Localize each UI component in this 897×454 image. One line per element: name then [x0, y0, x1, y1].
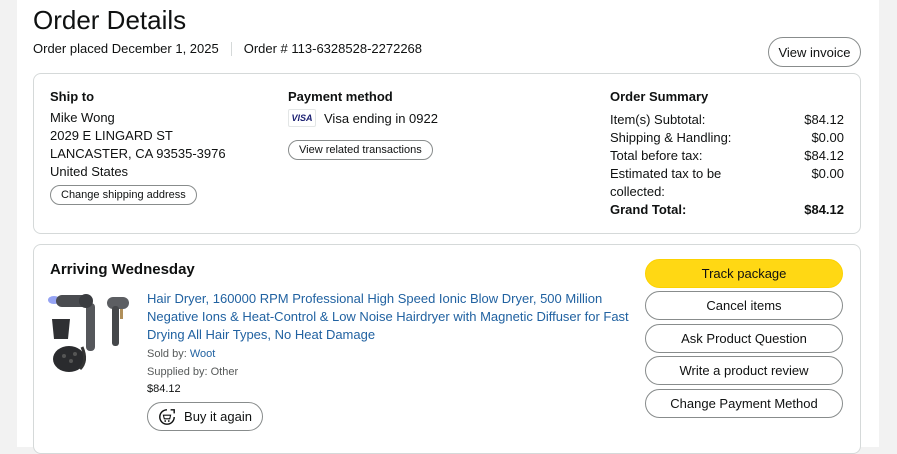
summary-value: $84.12 — [804, 112, 844, 127]
summary-label: Shipping & Handling: — [610, 130, 732, 145]
address-line: 2029 E LINGARD ST — [50, 128, 173, 143]
order-details-page: Order Details Order placed December 1, 2… — [17, 0, 879, 454]
view-invoice-button[interactable]: View invoice — [768, 37, 861, 67]
grand-total-row: Grand Total: $84.12 — [610, 201, 844, 219]
address-line: Mike Wong — [50, 110, 115, 125]
summary-value: $0.00 — [811, 130, 844, 145]
card-description: Visa ending in 0922 — [324, 110, 438, 126]
write-product-review-button[interactable]: Write a product review — [645, 356, 843, 385]
item-price: $84.12 — [147, 383, 181, 395]
supplied-by: Supplied by: Other — [147, 366, 239, 378]
summary-value: $0.00 — [811, 166, 844, 181]
order-summary-heading: Order Summary — [610, 89, 709, 104]
cancel-items-button[interactable]: Cancel items — [645, 291, 843, 320]
summary-row: Shipping & Handling: $0.00 — [610, 129, 844, 147]
address-line: United States — [50, 164, 129, 179]
order-meta: Order placed December 1, 2025 Order # 11… — [33, 41, 422, 57]
grand-total-label: Grand Total: — [610, 202, 687, 217]
summary-row: Total before tax: $84.12 — [610, 147, 844, 165]
ask-product-question-button[interactable]: Ask Product Question — [645, 324, 843, 353]
product-title-link[interactable]: Hair Dryer, 160000 RPM Professional High… — [147, 290, 637, 344]
summary-label: Total before tax: — [610, 148, 703, 163]
change-shipping-address-button[interactable]: Change shipping address — [50, 185, 197, 205]
summary-row: Item(s) Subtotal: $84.12 — [610, 111, 844, 129]
grand-total-value: $84.12 — [804, 202, 844, 217]
sold-by: Sold by: Woot — [147, 347, 215, 361]
sold-by-label: Sold by: — [147, 348, 190, 360]
product-image[interactable] — [48, 289, 134, 375]
summary-label: Item(s) Subtotal: — [610, 112, 706, 127]
order-number: Order # 113-6328528-2272268 — [243, 41, 423, 56]
summary-value: $84.12 — [804, 148, 844, 163]
view-related-transactions-button[interactable]: View related transactions — [288, 140, 433, 160]
shipment-card: Arriving Wednesday Hair Dryer, 160000 RP… — [33, 244, 861, 454]
payment-card: VISA Visa ending in 0922 — [288, 109, 438, 127]
order-placed-date: Order placed December 1, 2025 — [33, 41, 219, 56]
order-summary-table: Item(s) Subtotal: $84.12 Shipping & Hand… — [610, 111, 844, 219]
page-title: Order Details — [33, 5, 187, 35]
shipping-address: Mike Wong 2029 E LINGARD ST LANCASTER, C… — [50, 109, 226, 181]
seller-link[interactable]: Woot — [190, 348, 215, 360]
order-info-card: Ship to Mike Wong 2029 E LINGARD ST LANC… — [33, 73, 861, 234]
summary-row: Estimated tax to be collected: $0.00 — [610, 165, 844, 201]
buy-again-label: Buy it again — [184, 409, 252, 424]
payment-method-heading: Payment method — [288, 89, 393, 104]
ship-to-heading: Ship to — [50, 89, 95, 104]
meta-divider — [230, 42, 232, 56]
track-package-button[interactable]: Track package — [645, 259, 843, 288]
change-payment-method-button[interactable]: Change Payment Method — [645, 389, 843, 418]
delivery-status: Arriving Wednesday — [50, 261, 195, 278]
address-line: LANCASTER, CA 93535-3976 — [50, 146, 226, 161]
visa-card-icon: VISA — [288, 109, 316, 127]
summary-label: Estimated tax to be collected: — [610, 166, 722, 199]
buy-again-icon — [159, 408, 175, 425]
buy-it-again-button[interactable]: Buy it again — [147, 402, 263, 431]
